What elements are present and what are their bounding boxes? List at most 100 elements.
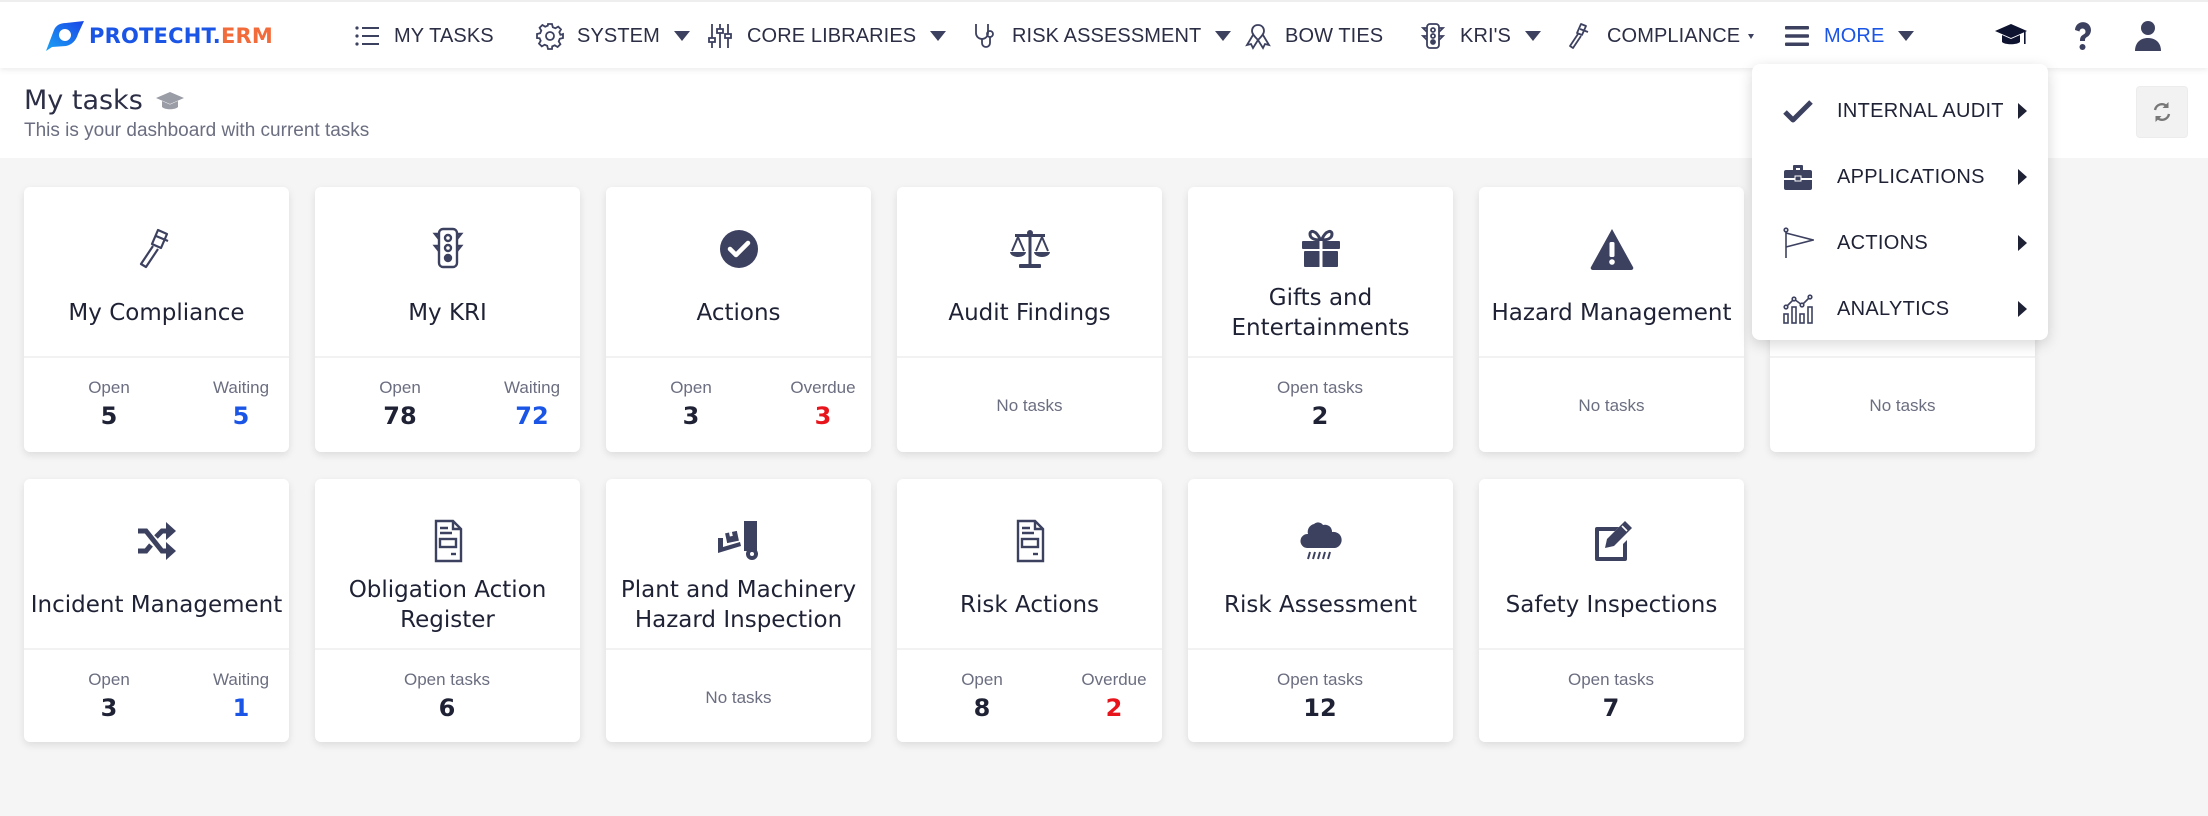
help-button[interactable] xyxy=(2063,16,2103,56)
page-subtitle: This is your dashboard with current task… xyxy=(24,120,370,141)
stat-value: 78 xyxy=(383,402,417,430)
nav-label: MY TASKS xyxy=(394,24,494,47)
stat-label: Open xyxy=(379,378,421,397)
graduation-cap-icon xyxy=(1995,24,2027,45)
nav-label: KRI'S xyxy=(1460,24,1511,47)
card-header: Gifts and Entertainments xyxy=(1188,187,1453,358)
card-header: Hazard Management xyxy=(1479,187,1744,358)
task-card-incident-management[interactable]: Incident Management Open 3 Waiting 1 xyxy=(24,479,289,742)
brand-name-secondary: ERM xyxy=(220,24,273,48)
logo[interactable]: PROTECHT.ERM xyxy=(40,20,273,52)
stat-open-tasks: Open tasks 7 xyxy=(1551,670,1671,722)
card-header: My KRI xyxy=(315,187,580,358)
task-card-hazard-management[interactable]: Hazard Management No tasks xyxy=(1479,187,1744,452)
nav-label: COMPLIANCE xyxy=(1607,24,1741,47)
brand-name: PROTECHT.ERM xyxy=(89,24,273,48)
menu-item-applications[interactable]: APPLICATIONS xyxy=(1752,147,2048,207)
menu-item-internal-audit[interactable]: INTERNAL AUDIT xyxy=(1752,81,2048,141)
stat-value: 12 xyxy=(1303,694,1337,722)
stethoscope-icon xyxy=(970,21,1000,51)
rain-cloud-icon xyxy=(1297,517,1345,565)
menu-item-analytics[interactable]: ANALYTICS xyxy=(1752,279,2048,339)
stat-open: Open 8 xyxy=(922,670,1042,722)
nav-more[interactable]: MORE xyxy=(1782,18,1915,54)
card-header: Risk Actions xyxy=(897,479,1162,650)
task-card-plant-and-machinery[interactable]: Plant and Machinery Hazard Inspection No… xyxy=(606,479,871,742)
stat-label: Open tasks xyxy=(1277,378,1363,397)
flag-icon xyxy=(1782,227,1814,259)
nav-risk-assessment[interactable]: RISK ASSESSMENT xyxy=(970,18,1232,54)
menu-item-label: ANALYTICS xyxy=(1837,297,1950,320)
task-card-obligation-action-register[interactable]: Obligation Action Register Open tasks 6 xyxy=(315,479,580,742)
task-card-actions[interactable]: Actions Open 3 Overdue 3 xyxy=(606,187,871,452)
document-icon xyxy=(1006,517,1054,565)
nav-my-tasks[interactable]: MY TASKS xyxy=(352,18,494,54)
check-icon xyxy=(1782,95,1814,127)
refresh-button[interactable] xyxy=(2136,86,2188,138)
card-title: Obligation Action Register xyxy=(348,577,547,633)
stat-value: 7 xyxy=(1602,694,1620,722)
stat-value: 8 xyxy=(973,694,991,722)
task-card-risk-actions[interactable]: Risk Actions Open 8 Overdue 2 xyxy=(897,479,1162,742)
card-stats: No tasks xyxy=(606,650,871,742)
scales-icon xyxy=(1006,225,1054,273)
nav-compliance[interactable]: COMPLIANCE xyxy=(1565,18,1755,54)
card-stats: No tasks xyxy=(1479,358,1744,452)
stat-overdue[interactable]: Overdue 3 xyxy=(763,378,883,430)
task-card-audit-findings[interactable]: Audit Findings No tasks xyxy=(897,187,1162,452)
card-title: Actions xyxy=(696,300,781,326)
stat-waiting[interactable]: Waiting 5 xyxy=(181,378,301,430)
nav-core-libraries[interactable]: CORE LIBRARIES xyxy=(705,18,947,54)
card-title: My Compliance xyxy=(68,300,245,326)
stat-overdue[interactable]: Overdue 2 xyxy=(1054,670,1174,722)
card-header: My Compliance xyxy=(24,187,289,358)
stat-label: Open xyxy=(88,378,130,397)
stat-open: Open 3 xyxy=(49,670,169,722)
page-title-text: My tasks xyxy=(24,85,143,116)
task-card-my-compliance[interactable]: My Compliance Open 5 Waiting 5 xyxy=(24,187,289,452)
chevron-right-icon xyxy=(2018,301,2027,317)
user-menu-button[interactable] xyxy=(2128,16,2168,56)
stat-waiting[interactable]: Waiting 1 xyxy=(181,670,301,722)
stat-label: Open tasks xyxy=(1277,670,1363,689)
stat-open-tasks: Open tasks 12 xyxy=(1260,670,1380,722)
stat-open: Open 5 xyxy=(49,378,169,430)
stat-value: 6 xyxy=(438,694,456,722)
menu-item-actions[interactable]: ACTIONS xyxy=(1752,213,2048,273)
card-stats: Open 3 Waiting 1 xyxy=(24,650,289,742)
stat-label: Waiting xyxy=(212,670,270,689)
more-dropdown-menu: INTERNAL AUDIT APPLICATIONS ACTIONS ANAL… xyxy=(1752,64,2048,340)
stat-waiting[interactable]: Waiting 72 xyxy=(472,378,592,430)
nav-label: BOW TIES xyxy=(1285,24,1384,47)
no-tasks-label: No tasks xyxy=(1869,396,1936,415)
stat-value: 3 xyxy=(682,402,700,430)
training-button[interactable] xyxy=(1991,16,2031,56)
task-card-gifts-and-entertainments[interactable]: Gifts and Entertainments Open tasks 2 xyxy=(1188,187,1453,452)
task-card-my-kri[interactable]: My KRI Open 78 Waiting 72 xyxy=(315,187,580,452)
card-header: Obligation Action Register xyxy=(315,479,580,650)
stat-label: Open tasks xyxy=(1568,670,1654,689)
task-card-risk-assessment[interactable]: Risk Assessment Open tasks 12 xyxy=(1188,479,1453,742)
nav-system[interactable]: SYSTEM xyxy=(535,18,690,54)
refresh-icon xyxy=(2153,102,2171,122)
check-circle-icon xyxy=(715,225,763,273)
nav-label: CORE LIBRARIES xyxy=(747,24,917,47)
card-header: Plant and Machinery Hazard Inspection xyxy=(606,479,871,650)
no-tasks-label: No tasks xyxy=(996,396,1063,415)
card-stats: Open 5 Waiting 5 xyxy=(24,358,289,452)
card-title: Plant and Machinery Hazard Inspection xyxy=(620,577,857,633)
nav-kris[interactable]: KRI'S xyxy=(1418,18,1541,54)
task-card-safety-inspections[interactable]: Safety Inspections Open tasks 7 xyxy=(1479,479,1744,742)
nav-bow-ties[interactable]: BOW TIES xyxy=(1243,18,1383,54)
chevron-down-icon xyxy=(930,31,947,41)
stat-label: Overdue xyxy=(790,378,856,397)
card-header: Safety Inspections xyxy=(1479,479,1744,650)
nav-label: MORE xyxy=(1824,24,1885,47)
traffic-light-icon xyxy=(1418,21,1448,51)
menu-item-label: INTERNAL AUDIT xyxy=(1837,99,2004,122)
graduation-cap-icon[interactable] xyxy=(155,90,185,112)
stat-open: Open 3 xyxy=(631,378,751,430)
menu-item-label: ACTIONS xyxy=(1837,231,1928,254)
card-stats: Open 8 Overdue 2 xyxy=(897,650,1162,742)
forklift-icon xyxy=(715,517,763,565)
